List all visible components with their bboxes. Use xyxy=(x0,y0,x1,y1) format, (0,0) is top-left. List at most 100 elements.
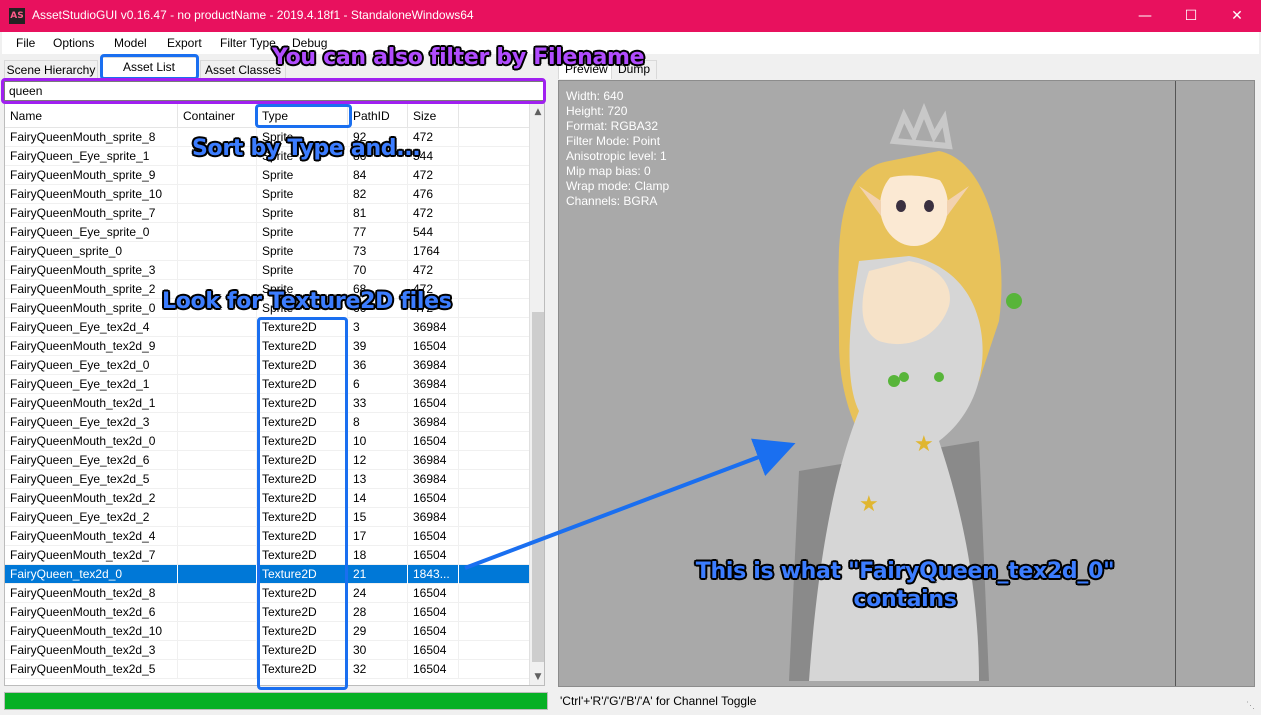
table-row[interactable]: FairyQueenMouth_sprite_3 Sprite 70 472 xyxy=(5,261,529,280)
cell-size: 16504 xyxy=(408,603,459,622)
callout-contains: This is what "FairyQueen_tex2d_0" contai… xyxy=(690,558,1120,614)
maximize-icon[interactable]: ☐ xyxy=(1168,0,1214,32)
cell-size: 472 xyxy=(408,204,459,223)
cell-pathid: 12 xyxy=(348,451,408,470)
cell-name: FairyQueenMouth_sprite_7 xyxy=(5,204,178,223)
cell-name: FairyQueen_sprite_0 xyxy=(5,242,178,261)
table-row[interactable]: FairyQueen_Eye_sprite_0 Sprite 77 544 xyxy=(5,223,529,242)
cell-type: Sprite xyxy=(257,166,348,185)
menu-model[interactable]: Model xyxy=(114,36,147,50)
column-size[interactable]: Size xyxy=(408,104,459,128)
table-row[interactable]: FairyQueenMouth_sprite_7 Sprite 81 472 xyxy=(5,204,529,223)
vertical-scrollbar[interactable]: ▲ ▼ xyxy=(529,104,544,685)
cell-size: 36984 xyxy=(408,451,459,470)
scroll-thumb[interactable] xyxy=(532,312,544,662)
menu-file[interactable]: File xyxy=(16,36,35,50)
cell-container xyxy=(178,451,257,470)
cell-type: Sprite xyxy=(257,261,348,280)
cell-pathid: 33 xyxy=(348,394,408,413)
cell-name: FairyQueenMouth_tex2d_5 xyxy=(5,660,178,679)
progress-bar xyxy=(4,692,548,710)
cell-container xyxy=(178,261,257,280)
cell-name: FairyQueen_Eye_tex2d_4 xyxy=(5,318,178,337)
cell-name: FairyQueenMouth_sprite_3 xyxy=(5,261,178,280)
cell-size: 472 xyxy=(408,261,459,280)
cell-pathid: 70 xyxy=(348,261,408,280)
cell-size: 36984 xyxy=(408,375,459,394)
cell-name: FairyQueenMouth_tex2d_1 xyxy=(5,394,178,413)
app-icon: AS xyxy=(9,8,25,24)
cell-size: 544 xyxy=(408,223,459,242)
cell-container xyxy=(178,223,257,242)
cell-type: Sprite xyxy=(257,204,348,223)
resize-grip-icon[interactable]: ⋱ xyxy=(1246,695,1255,715)
cell-size: 16504 xyxy=(408,641,459,660)
cell-size: 16504 xyxy=(408,432,459,451)
column-pathid[interactable]: PathID xyxy=(348,104,408,128)
cell-pathid: 28 xyxy=(348,603,408,622)
cell-container xyxy=(178,565,257,584)
cell-pathid: 84 xyxy=(348,166,408,185)
cell-name: FairyQueenMouth_sprite_8 xyxy=(5,128,178,147)
cell-container xyxy=(178,622,257,641)
cell-pathid: 6 xyxy=(348,375,408,394)
table-row[interactable]: FairyQueenMouth_sprite_9 Sprite 84 472 xyxy=(5,166,529,185)
tab-scene-hierarchy[interactable]: Scene Hierarchy xyxy=(4,60,98,80)
cell-size: 36984 xyxy=(408,318,459,337)
cell-pathid: 8 xyxy=(348,413,408,432)
cell-size: 16504 xyxy=(408,527,459,546)
column-name[interactable]: Name xyxy=(5,104,178,128)
cell-name: FairyQueen_Eye_tex2d_3 xyxy=(5,413,178,432)
close-icon[interactable]: ✕ xyxy=(1214,0,1260,32)
cell-type: Sprite xyxy=(257,185,348,204)
cell-size: 16504 xyxy=(408,546,459,565)
cell-type: Sprite xyxy=(257,242,348,261)
cell-name: FairyQueen_Eye_tex2d_5 xyxy=(5,470,178,489)
cell-container xyxy=(178,356,257,375)
cell-size: 476 xyxy=(408,185,459,204)
table-row[interactable]: FairyQueen_sprite_0 Sprite 73 1764 xyxy=(5,242,529,261)
cell-container xyxy=(178,508,257,527)
cell-type: Sprite xyxy=(257,223,348,242)
cell-pathid: 24 xyxy=(348,584,408,603)
menu-export[interactable]: Export xyxy=(167,36,202,50)
cell-container xyxy=(178,185,257,204)
scroll-down-icon[interactable]: ▼ xyxy=(530,669,544,685)
cell-container xyxy=(178,337,257,356)
table-row[interactable]: FairyQueenMouth_sprite_10 Sprite 82 476 xyxy=(5,185,529,204)
cell-pathid: 77 xyxy=(348,223,408,242)
menu-filter-type[interactable]: Filter Type xyxy=(220,36,276,50)
cell-size: 16504 xyxy=(408,622,459,641)
svg-text:★: ★ xyxy=(914,432,934,457)
cell-pathid: 17 xyxy=(348,527,408,546)
cell-size: 16504 xyxy=(408,584,459,603)
cell-name: FairyQueen_Eye_tex2d_6 xyxy=(5,451,178,470)
cell-container xyxy=(178,470,257,489)
cell-name: FairyQueenMouth_tex2d_6 xyxy=(5,603,178,622)
texture2d-highlight xyxy=(257,317,348,690)
cell-name: FairyQueen_tex2d_0 xyxy=(5,565,178,584)
cell-size: 16504 xyxy=(408,394,459,413)
scroll-up-icon[interactable]: ▲ xyxy=(530,104,544,120)
minimize-icon[interactable]: — xyxy=(1122,0,1168,32)
cell-pathid: 39 xyxy=(348,337,408,356)
cell-container xyxy=(178,660,257,679)
cell-pathid: 36 xyxy=(348,356,408,375)
cell-name: FairyQueen_Eye_tex2d_1 xyxy=(5,375,178,394)
cell-pathid: 13 xyxy=(348,470,408,489)
cell-size: 16504 xyxy=(408,489,459,508)
cell-name: FairyQueenMouth_sprite_10 xyxy=(5,185,178,204)
cell-size: 1843... xyxy=(408,565,459,584)
cell-container xyxy=(178,527,257,546)
menu-options[interactable]: Options xyxy=(53,36,94,50)
cell-size: 36984 xyxy=(408,470,459,489)
cell-container xyxy=(178,318,257,337)
cell-name: FairyQueenMouth_tex2d_2 xyxy=(5,489,178,508)
cell-size: 472 xyxy=(408,166,459,185)
cell-pathid: 73 xyxy=(348,242,408,261)
column-container[interactable]: Container xyxy=(178,104,257,128)
callout-contains-line1: This is what "FairyQueen_tex2d_0" xyxy=(695,559,1115,584)
progress-fill xyxy=(5,693,547,709)
callout-filter-filename: You can also filter by Filename xyxy=(272,45,645,70)
cell-name: FairyQueenMouth_tex2d_3 xyxy=(5,641,178,660)
